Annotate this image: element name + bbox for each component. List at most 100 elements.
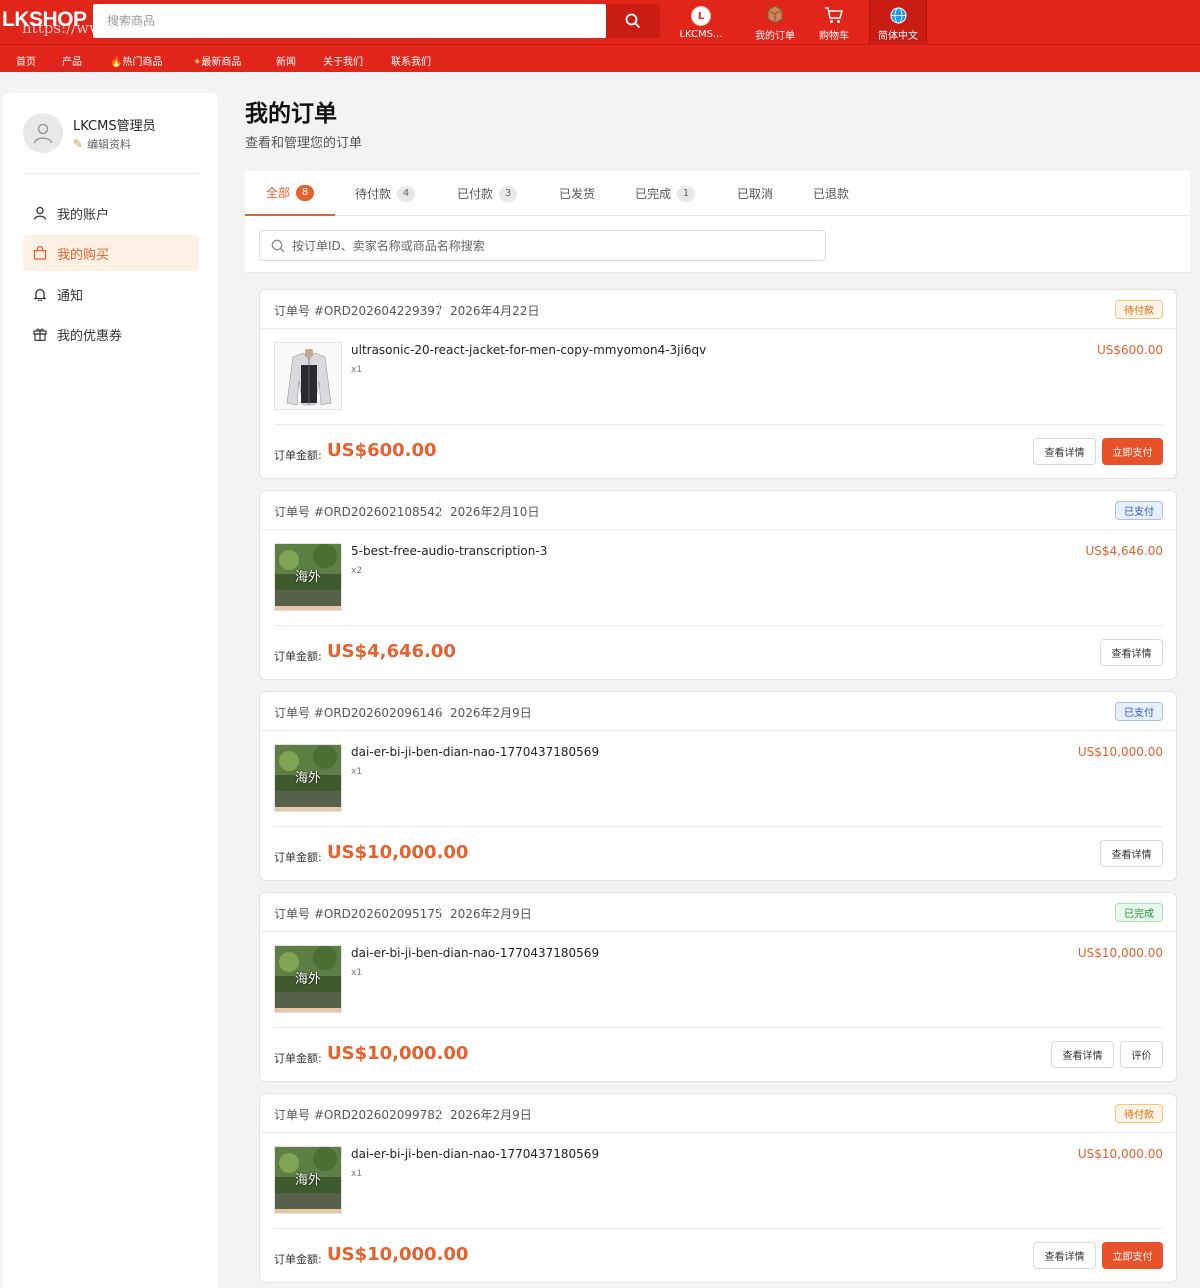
tab-count-badge: 3 <box>499 185 518 202</box>
product-name[interactable]: dai-er-bi-ji-ben-dian-nao-1770437180569 <box>351 745 599 759</box>
tab-refunded[interactable]: 已退款 <box>813 171 849 216</box>
order-total: US$4,646.00 <box>327 641 456 662</box>
view-details-button[interactable]: 查看详情 <box>1100 639 1163 666</box>
view-details-button[interactable]: 查看详情 <box>1100 840 1163 867</box>
product-name[interactable]: 5-best-free-audio-transcription-3 <box>351 544 547 558</box>
status-badge: 已支付 <box>1115 702 1163 721</box>
tab-count-badge: 8 <box>296 184 314 201</box>
product-thumbnail[interactable]: 海外 <box>274 744 342 812</box>
site-logo[interactable]: LKSHOP <box>2 8 87 32</box>
menu-products[interactable]: 产品 <box>62 53 82 68</box>
order-date: 2026年2月9日 <box>450 706 532 720</box>
gift-icon <box>33 328 47 341</box>
sidebar-item-label: 我的购买 <box>57 247 110 263</box>
sidebar-item-purchases[interactable]: 我的购买 <box>23 235 199 271</box>
user-menu-label: LKCMS... <box>679 29 723 40</box>
order-card: 订单号 #ORD202604229397 2026年4月22日 待付款 ultr… <box>259 289 1177 479</box>
footer-divider <box>274 1228 1163 1229</box>
user-avatar: L <box>691 6 711 26</box>
order-card: 订单号 #ORD202602108542 2026年2月10日 已支付 海外 5… <box>259 490 1177 680</box>
product-name[interactable]: ultrasonic-20-react-jacket-for-men-copy-… <box>351 343 706 357</box>
jacket-image <box>275 343 341 409</box>
order-search-input[interactable] <box>292 231 822 260</box>
header-separator <box>439 905 440 920</box>
fire-icon: 🔥 <box>110 57 123 68</box>
order-number: 订单号 #ORD202602108542 <box>274 505 443 519</box>
view-details-button[interactable]: 查看详情 <box>1051 1041 1114 1068</box>
footer-divider <box>274 826 1163 827</box>
top-header: LKSHOP https://www.huzhan.com/ishop23106… <box>0 0 1200 44</box>
site-search-button[interactable] <box>606 4 660 38</box>
product-thumbnail[interactable]: 海外 <box>274 945 342 1013</box>
tab-completed[interactable]: 已完成 1 <box>635 171 696 216</box>
tab-label: 已完成 <box>635 187 672 201</box>
product-quantity: x2 <box>351 566 363 576</box>
globe-icon <box>890 7 906 24</box>
pay-now-button[interactable]: 立即支付 <box>1102 1242 1163 1269</box>
status-badge: 已支付 <box>1115 501 1163 520</box>
product-price: US$4,646.00 <box>1085 544 1163 558</box>
order-card: 订单号 #ORD202602095175 2026年2月9日 已完成 海外 da… <box>259 892 1177 1082</box>
tab-label: 已退款 <box>813 187 850 201</box>
site-search-box <box>93 4 606 38</box>
order-total: US$10,000.00 <box>327 1043 469 1064</box>
tab-label: 全部 <box>265 186 290 200</box>
sidebar-item-label: 我的优惠券 <box>57 328 123 344</box>
order-total: US$600.00 <box>327 440 437 461</box>
menu-new-products[interactable]: ✦最新商品 <box>193 53 241 68</box>
order-total-label: 订单金额: <box>274 1052 322 1065</box>
edit-profile-link[interactable]: ✎ 编辑资料 <box>73 136 131 152</box>
language-switcher[interactable]: 简体中文 <box>869 0 927 44</box>
status-badge: 待付款 <box>1115 1104 1163 1123</box>
order-number: 订单号 #ORD202604229397 <box>274 304 443 318</box>
tab-label: 已付款 <box>457 187 494 201</box>
order-card-header: 订单号 #ORD202602099782 2026年2月9日 待付款 <box>260 1094 1176 1133</box>
cart-link[interactable]: 购物车 <box>808 0 860 44</box>
tab-pending-payment[interactable]: 待付款 4 <box>355 171 416 216</box>
pay-now-button[interactable]: 立即支付 <box>1102 438 1163 465</box>
tab-shipped[interactable]: 已发货 <box>559 171 595 216</box>
tab-all[interactable]: 全部 8 <box>245 171 335 216</box>
menu-about[interactable]: 关于我们 <box>323 53 363 68</box>
menu-home[interactable]: 首页 <box>16 53 36 68</box>
order-number: 订单号 #ORD202602095175 <box>274 907 443 921</box>
product-name[interactable]: dai-er-bi-ji-ben-dian-nao-1770437180569 <box>351 946 599 960</box>
profile-avatar[interactable] <box>23 113 63 153</box>
cart-icon <box>825 7 843 23</box>
order-search-box <box>259 230 826 261</box>
cart-label: 购物车 <box>819 31 849 42</box>
sidebar-item-notifications[interactable]: 通知 <box>23 276 199 312</box>
menu-news[interactable]: 新闻 <box>276 53 296 68</box>
menu-contact[interactable]: 联系我们 <box>391 53 431 68</box>
product-image-caption: 海外 <box>295 972 322 987</box>
view-details-button[interactable]: 查看详情 <box>1033 1242 1096 1269</box>
order-card-header: 订单号 #ORD202602108542 2026年2月10日 已支付 <box>260 491 1176 530</box>
product-thumbnail[interactable]: 海外 <box>274 543 342 611</box>
user-menu[interactable]: L LKCMS... <box>672 0 730 44</box>
footer-divider <box>274 625 1163 626</box>
my-orders-link[interactable]: 我的订单 <box>747 0 803 44</box>
tab-paid[interactable]: 已付款 3 <box>457 171 518 216</box>
order-total: US$10,000.00 <box>327 842 469 863</box>
tab-label: 已发货 <box>559 187 596 201</box>
page-subtitle: 查看和管理您的订单 <box>245 136 363 151</box>
product-thumbnail[interactable] <box>274 342 342 410</box>
product-quantity: x1 <box>351 968 363 978</box>
product-name[interactable]: dai-er-bi-ji-ben-dian-nao-1770437180569 <box>351 1147 599 1161</box>
sidebar-item-account[interactable]: 我的账户 <box>23 195 199 231</box>
search-icon <box>625 13 641 29</box>
product-price: US$600.00 <box>1096 343 1163 357</box>
product-quantity: x1 <box>351 365 363 375</box>
header-separator <box>439 503 440 518</box>
menu-hot-products[interactable]: 🔥热门商品 <box>110 53 162 68</box>
product-thumbnail[interactable]: 海外 <box>274 1146 342 1214</box>
tab-cancelled[interactable]: 已取消 <box>737 171 773 216</box>
review-button[interactable]: 评价 <box>1120 1041 1163 1068</box>
sidebar-item-coupons[interactable]: 我的优惠券 <box>23 316 199 352</box>
view-details-button[interactable]: 查看详情 <box>1033 438 1096 465</box>
site-search-input[interactable] <box>93 4 606 38</box>
sidebar-item-label: 我的账户 <box>57 207 110 223</box>
product-price: US$10,000.00 <box>1077 1147 1163 1161</box>
product-price: US$10,000.00 <box>1077 745 1163 759</box>
footer-divider <box>274 424 1163 425</box>
